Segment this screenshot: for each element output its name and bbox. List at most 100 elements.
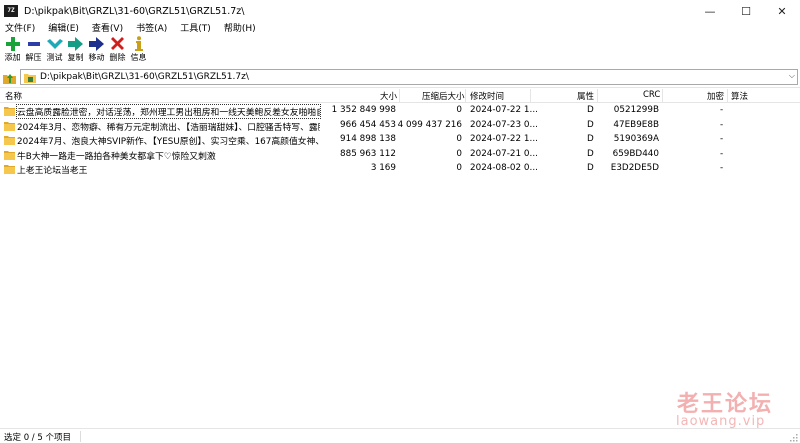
test-button[interactable]: 测试: [44, 36, 65, 66]
window-controls: — ☐ ✕: [692, 0, 800, 22]
archive-folder-icon: [23, 71, 37, 83]
copy-arrow-icon: [68, 36, 83, 51]
row-size: 966 454 453: [340, 119, 396, 130]
row-name: 2024年3月、恋物癖、稀有万元定制流出、【浩丽瑞甜妹】、口腔骚舌特写、露脸脱衣…: [17, 122, 320, 133]
row-crc: 5190369A: [613, 134, 659, 144]
folder-icon: [4, 107, 15, 116]
column-attributes[interactable]: 属性: [577, 90, 594, 102]
menu-edit[interactable]: 编辑(E): [46, 21, 81, 34]
menu-help[interactable]: 帮助(H): [222, 21, 258, 34]
minimize-button[interactable]: —: [692, 0, 728, 22]
menu-view[interactable]: 查看(V): [90, 21, 125, 34]
menu-bar: 文件(F) 编辑(E) 查看(V) 书签(A) 工具(T) 帮助(H): [0, 20, 800, 35]
row-packed-size: 0: [456, 134, 462, 144]
row-size: 3 169: [370, 163, 396, 173]
row-modified: 2024-07-22 1...: [470, 105, 538, 115]
delete-label: 删除: [109, 53, 126, 62]
column-modified[interactable]: 修改时间: [470, 90, 504, 102]
row-name: 牛B大神一路走一路拍各种美女都拿下♡惊险又刺激: [17, 151, 216, 162]
row-size: 1 352 849 998: [331, 105, 396, 115]
delete-x-icon: [111, 36, 124, 51]
row-attributes: D: [587, 119, 594, 130]
file-list: 名称 大小 压缩后大小 修改时间 属性 CRC 加密 算法 云盘高质露脸泄密，对…: [0, 87, 800, 414]
plus-icon: [5, 36, 20, 51]
row-modified: 2024-07-21 0...: [470, 148, 538, 159]
add-label: 添加: [4, 53, 21, 62]
selection-status: 选定 0 / 5 个项目: [4, 433, 71, 443]
row-packed-size: 0: [456, 105, 462, 115]
table-row[interactable]: 云盘高质露脸泄密，对话淫荡，郑州理工男出租房和一线天美鲍反差女友啪啪自拍流出 1 …: [0, 104, 800, 119]
add-button[interactable]: 添加: [2, 36, 23, 66]
resize-grip-icon[interactable]: [789, 433, 798, 442]
table-row[interactable]: 2024年7月、泡良大神SVIP新作、【YESU原创】、实习空乘、167高颜值女…: [0, 133, 800, 147]
extract-button[interactable]: 解压: [23, 36, 44, 66]
test-label: 测试: [46, 53, 63, 62]
row-name: 云盘高质露脸泄密，对话淫荡，郑州理工男出租房和一线天美鲍反差女友啪啪自拍流出: [16, 104, 321, 119]
minus-icon: [27, 36, 41, 51]
table-row[interactable]: 牛B大神一路走一路拍各种美女都拿下♡惊险又刺激 885 963 112 0 2024-…: [0, 148, 800, 162]
folder-icon: [4, 121, 15, 131]
column-method[interactable]: 算法: [731, 90, 748, 102]
row-attributes: D: [587, 148, 594, 159]
address-path: D:\pikpak\Bit\GRZL\31-60\GRZL51\GRZL51.7…: [40, 72, 249, 82]
column-crc[interactable]: CRC: [643, 90, 660, 100]
column-size[interactable]: 大小: [380, 90, 397, 102]
delete-button[interactable]: 删除: [107, 36, 128, 66]
row-crc: 47EB9E8B: [613, 119, 659, 130]
row-size: 885 963 112: [340, 148, 396, 159]
row-packed-size: 0: [456, 163, 462, 173]
row-encrypted: -: [720, 148, 724, 159]
row-packed-size: 4 099 437 216: [397, 119, 462, 130]
folder-icon: [4, 165, 15, 174]
column-name[interactable]: 名称: [5, 90, 22, 102]
row-encrypted: -: [720, 163, 724, 173]
move-label: 移动: [88, 53, 105, 62]
info-label: 信息: [130, 53, 147, 62]
row-attributes: D: [587, 105, 594, 115]
row-modified: 2024-07-22 1...: [470, 134, 538, 144]
up-folder-icon[interactable]: [0, 69, 18, 86]
move-arrow-icon: [89, 36, 104, 51]
row-name: 2024年7月、泡良大神SVIP新作、【YESU原创】、实习空乘、167高颜值女…: [17, 137, 320, 147]
7zip-app-icon: 7Z: [4, 5, 18, 17]
row-crc: E3D2DE5D: [610, 163, 659, 173]
row-packed-size: 0: [456, 148, 462, 159]
row-crc: 659BD440: [612, 148, 659, 159]
address-input[interactable]: D:\pikpak\Bit\GRZL\31-60\GRZL51\GRZL51.7…: [20, 69, 798, 85]
close-button[interactable]: ✕: [764, 0, 800, 22]
menu-tools[interactable]: 工具(T): [178, 21, 213, 34]
folder-icon: [4, 136, 15, 145]
menu-file[interactable]: 文件(F): [3, 21, 37, 34]
row-modified: 2024-07-23 0...: [470, 119, 538, 130]
column-packed-size[interactable]: 压缩后大小: [422, 90, 465, 102]
info-icon: [134, 36, 144, 51]
copy-label: 复制: [67, 53, 84, 62]
menu-bookmarks[interactable]: 书签(A): [134, 21, 169, 34]
title-bar: 7Z D:\pikpak\Bit\GRZL\31-60\GRZL51\GRZL5…: [0, 0, 800, 22]
status-bar: 选定 0 / 5 个项目: [0, 428, 800, 443]
column-encrypted[interactable]: 加密: [707, 90, 724, 102]
row-encrypted: -: [720, 134, 724, 144]
row-encrypted: -: [720, 105, 724, 115]
copy-button[interactable]: 复制: [65, 36, 86, 66]
row-attributes: D: [587, 134, 594, 144]
folder-icon: [4, 150, 15, 160]
row-crc: 0521299B: [613, 105, 659, 115]
toolbar: 添加 解压 测试 复制 移动 删除 信息: [0, 36, 800, 66]
watermark-url: laowang.vip: [676, 414, 766, 429]
row-size: 914 898 138: [340, 134, 396, 144]
list-header: 名称 大小 压缩后大小 修改时间 属性 CRC 加密 算法: [0, 88, 800, 103]
row-attributes: D: [587, 163, 594, 173]
address-bar: D:\pikpak\Bit\GRZL\31-60\GRZL51\GRZL51.7…: [0, 69, 800, 86]
move-button[interactable]: 移动: [86, 36, 107, 66]
table-row[interactable]: 上老王论坛当老王 3 169 0 2024-08-02 0... D E3D2DE5D -: [0, 162, 800, 176]
extract-label: 解压: [25, 53, 42, 62]
window-title: D:\pikpak\Bit\GRZL\31-60\GRZL51\GRZL51.7…: [24, 5, 245, 17]
info-button[interactable]: 信息: [128, 36, 149, 66]
row-modified: 2024-08-02 0...: [470, 163, 538, 173]
row-name: 上老王论坛当老王: [17, 166, 88, 176]
row-encrypted: -: [720, 119, 724, 130]
chevron-down-icon[interactable]: ⌵: [789, 71, 795, 81]
table-row[interactable]: 2024年3月、恋物癖、稀有万元定制流出、【浩丽瑞甜妹】、口腔骚舌特写、露脸脱衣…: [0, 119, 800, 133]
maximize-button[interactable]: ☐: [728, 0, 764, 22]
